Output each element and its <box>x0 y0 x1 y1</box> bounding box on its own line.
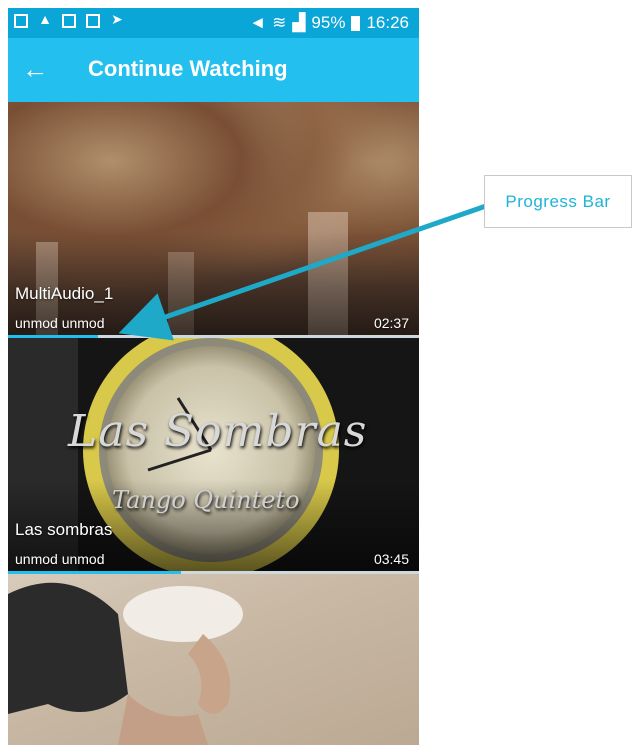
list-item[interactable]: Las Sombras Tango Quinteto Las sombras u… <box>8 338 419 574</box>
mute-icon: ◄ <box>249 13 267 32</box>
signal-icon: ▟ <box>292 13 306 32</box>
battery-percent: 95% <box>311 13 346 32</box>
battery-icon <box>351 15 361 31</box>
callout-label: Progress Bar <box>505 191 611 211</box>
status-time: 16:26 <box>366 13 409 32</box>
video-subtitle: unmod unmod <box>15 315 105 331</box>
list-item[interactable] <box>8 574 419 745</box>
phone-screen: ▲ ➤ ◄ ≋ ▟ 95% 16:26 ← Continue Watching <box>8 8 419 745</box>
app-notification-icon <box>14 14 28 28</box>
thumbnail-overlay-subtitle: Tango Quinteto <box>112 486 300 514</box>
app-bar: ← Continue Watching <box>8 38 419 102</box>
status-bar: ▲ ➤ ◄ ≋ ▟ 95% 16:26 <box>8 8 419 38</box>
image-icon <box>62 14 76 28</box>
wifi-icon: ≋ <box>272 13 287 32</box>
video-thumbnail <box>8 574 419 745</box>
warning-icon: ▲ <box>38 11 52 27</box>
video-duration: 02:37 <box>373 315 409 331</box>
video-title: Las sombras <box>15 520 113 539</box>
cast-icon: ➤ <box>111 11 123 27</box>
mail-icon <box>86 14 100 28</box>
status-indicators: ◄ ≋ ▟ 95% 16:26 <box>249 13 409 33</box>
progress-bar-callout: Progress Bar <box>484 175 632 228</box>
video-duration: 03:45 <box>373 551 409 567</box>
list-item[interactable]: MultiAudio_1 unmod unmod 02:37 <box>8 102 419 338</box>
notification-icons: ▲ ➤ <box>14 11 124 28</box>
back-arrow-icon[interactable]: ← <box>22 54 48 84</box>
video-title: MultiAudio_1 <box>15 284 114 303</box>
video-subtitle: unmod unmod <box>15 551 105 567</box>
page-title: Continue Watching <box>88 56 288 81</box>
thumbnail-overlay-title: Las Sombras <box>68 406 368 457</box>
